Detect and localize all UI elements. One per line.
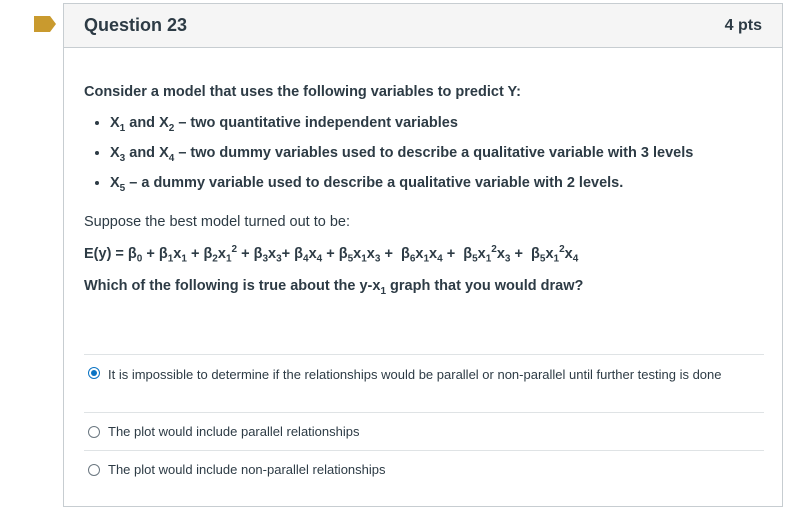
radio-icon[interactable]	[88, 425, 100, 438]
question-suppose: Suppose the best model turned out to be:	[84, 213, 351, 230]
question-card: Question 23 4 pts Consider a model that …	[63, 3, 783, 507]
answer-option-3[interactable]: The plot would include non-parallel rela…	[84, 450, 764, 488]
radio-selected-icon[interactable]	[88, 367, 100, 379]
variable-list: X1 and X2 – two quantitative independent…	[84, 114, 762, 198]
answer-list: It is impossible to determine if the rel…	[84, 354, 764, 488]
model-equation: E(y) = β0 + β1x1 + β2x12 + β3x3+ β4x4 + …	[84, 243, 579, 265]
question-intro: Consider a model that uses the following…	[84, 84, 521, 100]
question-points: 4 pts	[724, 16, 762, 34]
question-header: Question 23 4 pts	[64, 4, 782, 48]
answer-option-1[interactable]: It is impossible to determine if the rel…	[84, 354, 764, 412]
question-body: Consider a model that uses the following…	[64, 48, 782, 297]
answer-text: The plot would include non-parallel rela…	[108, 461, 386, 477]
answer-text: The plot would include parallel relation…	[108, 423, 360, 439]
variable-item: X1 and X2 – two quantitative independent…	[110, 114, 762, 138]
flag-icon[interactable]	[34, 16, 56, 32]
variable-item: X5 – a dummy variable used to describe a…	[110, 174, 762, 198]
question-prompt: Which of the following is true about the…	[84, 278, 584, 298]
variable-item: X3 and X4 – two dummy variables used to …	[110, 144, 762, 168]
question-title: Question 23	[84, 15, 188, 35]
answer-text: It is impossible to determine if the rel…	[108, 367, 722, 382]
radio-icon[interactable]	[88, 463, 100, 476]
answer-option-2[interactable]: The plot would include parallel relation…	[84, 412, 764, 450]
